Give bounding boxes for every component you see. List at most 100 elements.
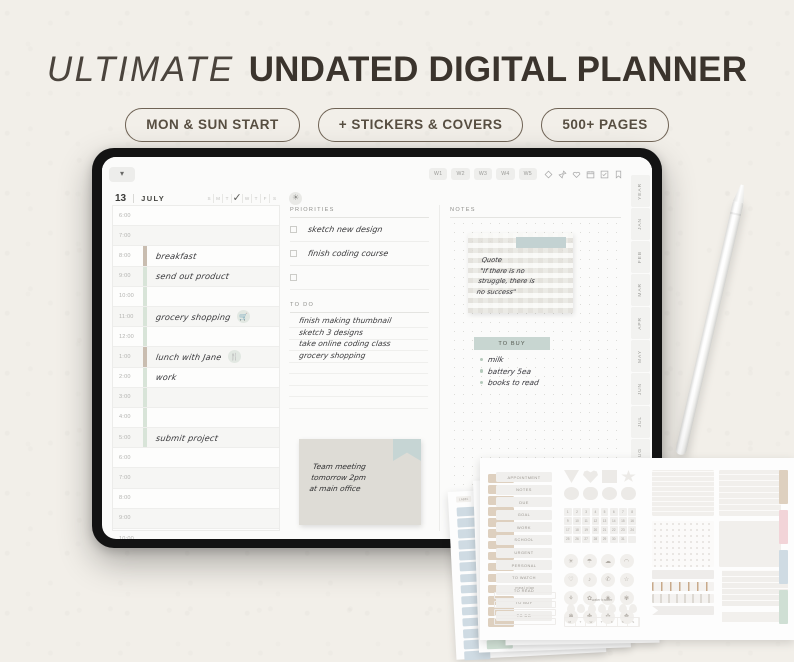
month-tab-apr[interactable]: APR: [631, 307, 650, 339]
tag-icon[interactable]: [544, 170, 553, 179]
number-sticker[interactable]: 2: [573, 508, 581, 516]
color-stripe-sticker[interactable]: [779, 470, 788, 504]
number-sticker[interactable]: 13: [600, 517, 609, 525]
tab-week-4[interactable]: W4: [496, 168, 515, 180]
to-buy-item[interactable]: milk: [480, 355, 539, 364]
water-day-cell[interactable]: T: [576, 618, 587, 626]
todo-line[interactable]: grocery shopping: [289, 350, 430, 362]
schedule-row[interactable]: 8:00 breakfast: [113, 246, 279, 267]
schedule-row[interactable]: 12:00: [113, 327, 279, 348]
weekday-sun[interactable]: S: [205, 193, 215, 203]
plain-box-sticker[interactable]: [719, 521, 781, 567]
schedule-row[interactable]: 10:00: [113, 286, 279, 307]
todo-line[interactable]: [289, 396, 430, 408]
chevron-down-icon[interactable]: ▾: [109, 166, 135, 182]
icon-sticker[interactable]: ☂: [582, 554, 597, 568]
icon-sticker[interactable]: ☀: [564, 554, 578, 568]
color-stripe-sticker[interactable]: [779, 550, 788, 584]
sticky-note[interactable]: Team meeting tomorrow 2pm at main office: [299, 439, 421, 525]
water-tracker-sticker[interactable]: water tracker MTWTFSS: [564, 598, 640, 627]
square-shape-sticker[interactable]: [602, 470, 617, 483]
water-day-cell[interactable]: W: [586, 618, 597, 626]
grid-box-sticker[interactable]: [719, 470, 781, 516]
dotted-box-sticker[interactable]: [652, 521, 714, 567]
todo-line[interactable]: take online coding class: [289, 339, 430, 351]
weekday-tue[interactable]: T: [223, 193, 233, 203]
month-tab-mar[interactable]: MAR: [631, 274, 650, 306]
number-sticker[interactable]: 24: [628, 526, 636, 534]
schedule-row[interactable]: 6:00: [113, 206, 279, 227]
water-day-cell[interactable]: T: [597, 618, 608, 626]
priority-row[interactable]: [290, 266, 429, 290]
tab-week-1[interactable]: W1: [429, 168, 448, 180]
icon-sticker[interactable]: ♪: [582, 572, 597, 587]
schedule-row[interactable]: 4:00: [113, 407, 279, 429]
label-sticker[interactable]: SCHOOL: [496, 534, 552, 545]
heart-icon[interactable]: [572, 170, 581, 179]
number-sticker[interactable]: [628, 535, 636, 544]
month-tab-jun[interactable]: JUN: [631, 373, 650, 405]
label-sticker[interactable]: GOAL: [496, 509, 552, 520]
todo-line[interactable]: [289, 373, 430, 385]
quote-note[interactable]: Quote "If there is no struggle, there is…: [468, 233, 573, 313]
icon-sticker[interactable]: ✆: [601, 572, 615, 587]
color-stripe-sticker[interactable]: [779, 510, 788, 544]
number-sticker[interactable]: 10: [573, 517, 581, 525]
water-day-cell[interactable]: S: [618, 618, 629, 626]
month-tab-jul[interactable]: JUL: [631, 406, 650, 438]
water-day-cell[interactable]: M: [565, 618, 576, 626]
todo-line[interactable]: sketch 3 designs: [289, 327, 430, 339]
number-sticker[interactable]: 20: [591, 526, 600, 534]
to-buy-item[interactable]: books to read: [480, 378, 540, 387]
icon-sticker[interactable]: ☆: [619, 572, 634, 587]
schedule-row[interactable]: 11:00 grocery shopping 🛒: [113, 306, 279, 328]
icon-sticker[interactable]: ♡: [564, 572, 578, 587]
number-sticker[interactable]: 17: [564, 526, 572, 534]
washi-dots[interactable]: [652, 594, 714, 603]
water-day-cell[interactable]: S: [628, 618, 640, 626]
todo-line[interactable]: finish making thumbnail: [289, 316, 430, 328]
number-sticker[interactable]: 1: [564, 508, 572, 516]
number-sticker[interactable]: 14: [609, 517, 618, 525]
star-shape-sticker[interactable]: [621, 470, 636, 482]
schedule-row[interactable]: 9:00 send out product: [113, 266, 279, 287]
month-tab-jan[interactable]: JAN: [631, 208, 650, 240]
pin-icon[interactable]: [558, 169, 567, 179]
number-sticker[interactable]: 12: [591, 517, 600, 525]
weekday-mon[interactable]: M: [214, 193, 224, 203]
weekday-thu[interactable]: T: [252, 193, 262, 203]
number-sticker[interactable]: 29: [600, 535, 609, 544]
number-sticker[interactable]: 25: [564, 535, 572, 544]
number-sticker[interactable]: 19: [582, 526, 590, 534]
number-sticker[interactable]: 9: [564, 517, 572, 525]
number-sticker[interactable]: 22: [609, 526, 618, 534]
checkbox-icon[interactable]: [600, 170, 609, 179]
water-day-cell[interactable]: F: [607, 618, 618, 626]
lined-box-sticker[interactable]: [652, 470, 714, 516]
washi-plain[interactable]: [652, 570, 714, 579]
triangle-shape-sticker[interactable]: [564, 470, 579, 483]
banner-shape-sticker[interactable]: [621, 487, 636, 500]
number-sticker[interactable]: 4: [591, 508, 600, 516]
schedule-row[interactable]: 3:00: [113, 387, 279, 408]
calendar-icon[interactable]: [586, 170, 595, 179]
month-tab-may[interactable]: MAY: [631, 340, 650, 372]
label-sticker[interactable]: NOTES: [496, 484, 552, 495]
to-buy-item[interactable]: battery 5ea: [480, 367, 539, 376]
priority-row[interactable]: sketch new design: [290, 218, 429, 242]
meal-plan-sticker[interactable]: meal plan: [494, 586, 556, 626]
circle-shape-sticker[interactable]: [602, 487, 617, 500]
number-sticker[interactable]: 6: [609, 508, 618, 516]
tab-week-2[interactable]: W2: [451, 168, 470, 180]
label-sticker[interactable]: DUE: [496, 497, 552, 508]
schedule-row[interactable]: 6:00: [113, 448, 279, 469]
color-stripe-sticker[interactable]: [779, 590, 788, 624]
todo-line[interactable]: [289, 385, 430, 397]
bookmark-icon[interactable]: [614, 170, 623, 179]
label-sticker[interactable]: URGENT: [496, 547, 552, 558]
icon-sticker[interactable]: ◠: [619, 554, 634, 568]
label-sticker[interactable]: APPOINTMENT: [496, 472, 552, 482]
number-sticker[interactable]: 3: [582, 508, 590, 516]
number-sticker[interactable]: 11: [582, 517, 590, 525]
number-sticker[interactable]: 26: [573, 535, 581, 544]
